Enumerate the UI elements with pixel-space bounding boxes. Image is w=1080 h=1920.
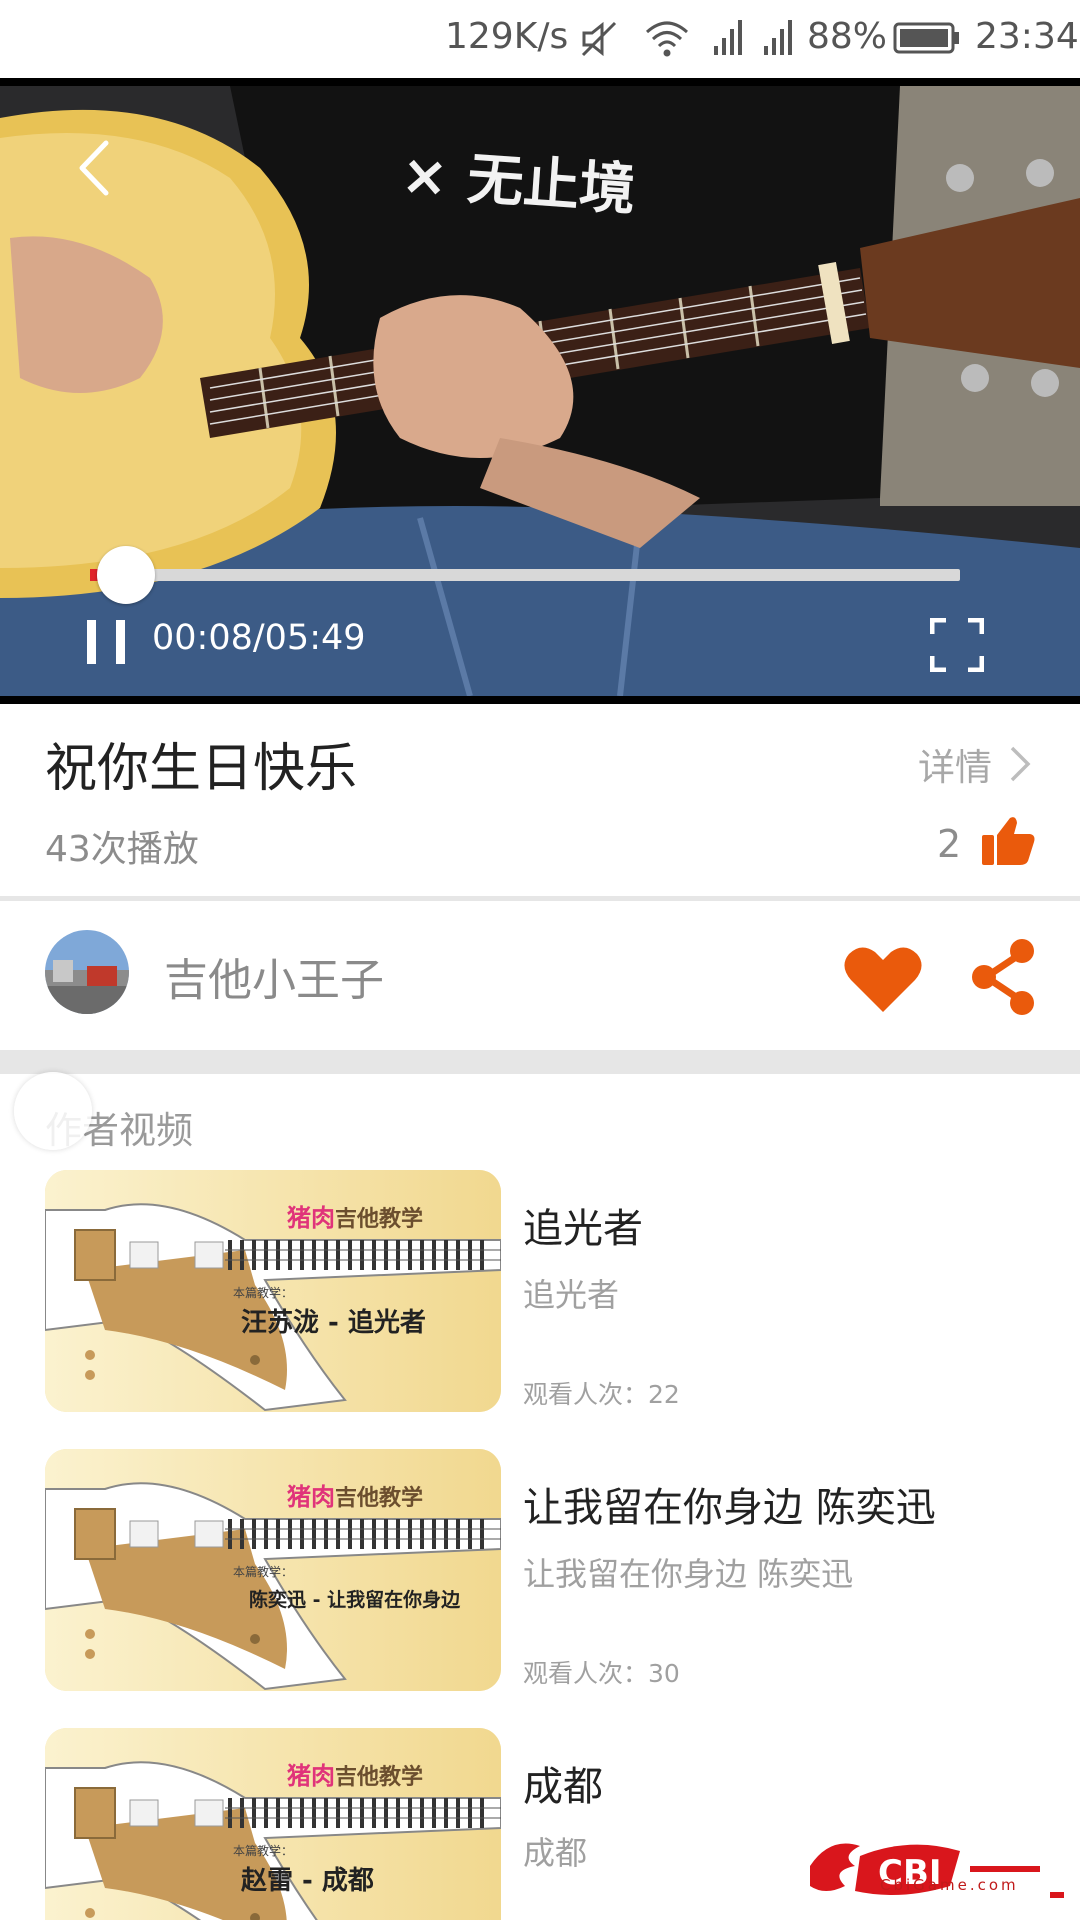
author-name[interactable]: 吉他小王子 — [164, 944, 384, 1008]
back-arrow-icon[interactable] — [70, 133, 120, 203]
wifi-icon — [645, 21, 689, 57]
list-item-title[interactable]: 让我留在你身边 陈奕迅 — [523, 1475, 936, 1533]
video-title: 祝你生日快乐 — [45, 739, 358, 799]
progress-bar[interactable] — [90, 569, 960, 581]
list-item-title[interactable]: 成都 — [523, 1754, 603, 1812]
video-list-item[interactable]: 猪肉吉他教学 本篇教学： 汪苏泷 - 追光者 追光者 追光者 观看人次：22 — [45, 1170, 1045, 1412]
video-player[interactable]: × 无止境 00:08/05:49 — [0, 78, 1080, 704]
clock: 23:34 — [975, 16, 1079, 57]
network-speed: 129K/s — [445, 16, 569, 57]
chevron-right-icon — [1010, 746, 1031, 782]
video-thumbnail[interactable]: 猪肉吉他教学 本篇教学： 赵雷 - 成都 — [45, 1728, 501, 1920]
list-item-subtitle: 让我留在你身边 陈奕迅 — [523, 1555, 854, 1593]
video-thumbnail[interactable]: 猪肉吉他教学 本篇教学： 陈奕迅 - 让我留在你身边 — [45, 1449, 501, 1691]
video-frame: × 无止境 — [0, 78, 1080, 704]
avatar[interactable] — [45, 930, 129, 1014]
section-divider — [0, 1050, 1080, 1074]
list-item-title[interactable]: 追光者 — [523, 1196, 643, 1254]
video-list-item[interactable]: 猪肉吉他教学 本篇教学： 陈奕迅 - 让我留在你身边 让我留在你身边 陈奕迅 让… — [45, 1449, 1045, 1691]
floating-assistive-button[interactable] — [14, 1072, 92, 1150]
list-item-views: 观看人次：30 — [523, 1659, 680, 1688]
signal-icon — [764, 20, 792, 55]
signal-icon — [714, 20, 742, 55]
heart-icon[interactable] — [843, 944, 923, 1014]
fullscreen-icon[interactable] — [930, 618, 984, 672]
divider — [0, 896, 1080, 901]
list-item-subtitle: 追光者 — [523, 1276, 620, 1314]
watermark-logo: CBI CbiGame.com — [800, 1826, 1070, 1920]
thumbnail-brand: 猪肉吉他教学 — [287, 1204, 424, 1232]
thumbnail-lesson-title: 赵雷 - 成都 — [241, 1866, 374, 1896]
share-icon[interactable] — [970, 937, 1038, 1017]
details-link[interactable]: 详情 — [918, 737, 1034, 791]
thumbnail-lesson-title: 汪苏泷 - 追光者 — [241, 1308, 426, 1338]
video-thumbnail[interactable]: 猪肉吉他教学 本篇教学： 汪苏泷 - 追光者 — [45, 1170, 501, 1412]
thumbs-up-icon[interactable] — [980, 815, 1036, 867]
thumbnail-lesson-title: 陈奕迅 - 让我留在你身边 — [249, 1589, 461, 1611]
battery-percent: 88% — [807, 16, 888, 57]
like-count: 2 — [937, 822, 962, 866]
watermark-site: CbiGame.com — [880, 1876, 1019, 1894]
mute-icon — [581, 21, 617, 57]
play-count: 43次播放 — [45, 829, 199, 870]
thumbnail-lesson-heading: 本篇教学： — [233, 1844, 294, 1858]
status-bar: 129K/s 88% 23:34 — [0, 0, 1080, 78]
progress-knob[interactable] — [97, 546, 155, 604]
details-label: 详情 — [918, 746, 992, 789]
list-item-views: 观看人次：22 — [523, 1380, 680, 1409]
thumbnail-brand: 猪肉吉他教学 — [287, 1762, 424, 1790]
list-item-subtitle: 成都 — [523, 1834, 588, 1872]
battery-icon — [893, 22, 959, 54]
thumbnail-brand: 猪肉吉他教学 — [287, 1483, 424, 1511]
pause-button[interactable] — [82, 620, 130, 668]
thumbnail-lesson-heading: 本篇教学： — [233, 1565, 294, 1579]
thumbnail-lesson-heading: 本篇教学： — [233, 1286, 294, 1300]
playback-time: 00:08/05:49 — [152, 618, 366, 658]
